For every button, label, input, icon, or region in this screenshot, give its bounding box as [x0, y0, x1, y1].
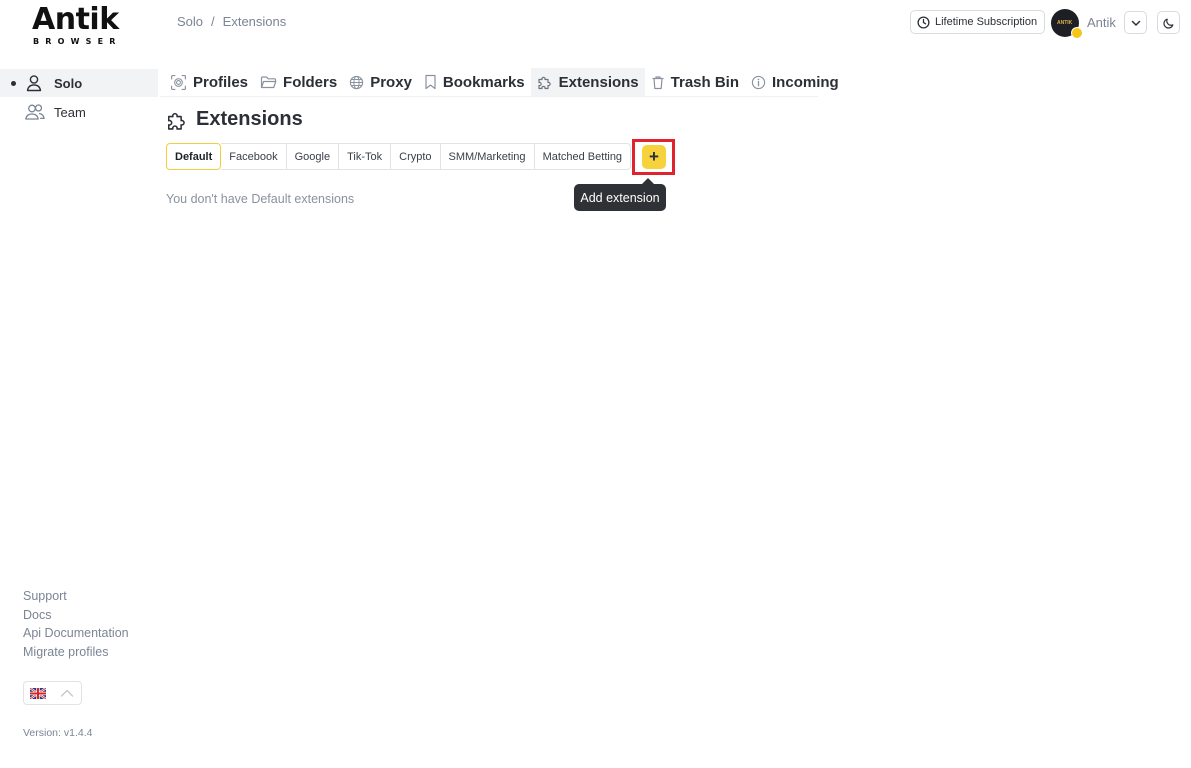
support-link[interactable]: Support — [23, 587, 129, 606]
bookmark-icon — [425, 74, 436, 90]
category-facebook[interactable]: Facebook — [221, 143, 287, 170]
main-nav: Profiles Folders Proxy Bookmarks Extensi… — [164, 68, 845, 96]
sidebar-item-label: Solo — [54, 76, 83, 91]
page-title-text: Extensions — [196, 108, 303, 130]
nav-divider — [160, 96, 818, 97]
tab-label: Folders — [283, 73, 338, 91]
empty-state-message: You don't have Default extensions — [166, 192, 355, 206]
antik-logo[interactable]: Antik BROWSER — [32, 2, 128, 47]
subscription-label: Lifetime Subscription — [935, 16, 1038, 28]
user-menu-button[interactable] — [1124, 11, 1147, 34]
clock-icon — [917, 15, 930, 29]
breadcrumb: Solo / Extensions — [177, 14, 286, 29]
lifetime-subscription-button[interactable]: Lifetime Subscription — [910, 10, 1046, 34]
category-default[interactable]: Default — [166, 143, 222, 170]
chevron-up-icon — [60, 689, 74, 697]
folder-icon — [260, 75, 277, 88]
sidebar-item-solo[interactable]: Solo — [0, 69, 158, 97]
breadcrumb-separator: / — [211, 14, 215, 29]
docs-link[interactable]: Docs — [23, 606, 129, 625]
breadcrumb-solo[interactable]: Solo — [177, 14, 203, 29]
info-icon — [751, 75, 766, 89]
sidebar-footer-links: Support Docs Api Documentation Migrate p… — [23, 587, 129, 661]
version-label: Version: v1.4.4 — [23, 727, 93, 739]
user-name[interactable]: Antik — [1087, 15, 1116, 30]
users-icon — [25, 104, 45, 120]
moon-icon — [1162, 18, 1173, 29]
puzzle-icon — [538, 76, 551, 90]
tab-label: Profiles — [193, 73, 249, 91]
logo-wordmark: Antik — [32, 2, 119, 37]
user-icon — [26, 75, 42, 92]
tab-incoming[interactable]: Incoming — [745, 68, 845, 96]
tab-bookmarks[interactable]: Bookmarks — [418, 68, 531, 96]
add-extension-tooltip: Add extension — [574, 184, 666, 211]
globe-icon — [350, 75, 364, 89]
trash-icon — [652, 75, 664, 89]
uk-flag-icon — [30, 687, 46, 699]
category-smm-marketing[interactable]: SMM/Marketing — [440, 143, 535, 170]
fingerprint-icon — [171, 74, 186, 90]
plus-icon: + — [649, 147, 659, 166]
chevron-down-icon — [1131, 20, 1140, 26]
tab-profiles[interactable]: Profiles — [164, 68, 254, 96]
tab-extensions[interactable]: Extensions — [530, 68, 645, 96]
api-documentation-link[interactable]: Api Documentation — [23, 624, 129, 643]
category-matched-betting[interactable]: Matched Betting — [534, 143, 632, 170]
category-tabs: Default Facebook Google Tik-Tok Crypto S… — [166, 143, 632, 170]
add-extension-button[interactable]: + — [642, 145, 666, 169]
sidebar-item-team[interactable]: Team — [0, 98, 158, 126]
avatar[interactable]: ANTIK — [1051, 9, 1083, 39]
tab-label: Proxy — [370, 73, 412, 91]
category-google[interactable]: Google — [286, 143, 340, 170]
page-title: Extensions — [166, 108, 303, 131]
active-dot — [11, 81, 16, 86]
theme-toggle-button[interactable] — [1157, 11, 1180, 34]
tab-label: Trash Bin — [670, 73, 740, 91]
tab-trash-bin[interactable]: Trash Bin — [645, 68, 745, 96]
logo-subtitle: BROWSER — [33, 37, 122, 46]
category-tik-tok[interactable]: Tik-Tok — [339, 143, 392, 170]
category-crypto[interactable]: Crypto — [391, 143, 441, 170]
puzzle-icon — [167, 112, 185, 130]
language-selector[interactable] — [23, 681, 82, 705]
tab-proxy[interactable]: Proxy — [343, 68, 418, 96]
avatar-mark: ANTIK — [1057, 20, 1073, 26]
star-badge-icon — [1071, 27, 1083, 39]
sidebar-item-label: Team — [54, 105, 86, 120]
migrate-profiles-link[interactable]: Migrate profiles — [23, 643, 129, 662]
breadcrumb-current: Extensions — [222, 14, 287, 29]
tab-label: Incoming — [772, 73, 839, 91]
tab-folders[interactable]: Folders — [254, 68, 343, 96]
tab-label: Bookmarks — [442, 73, 525, 91]
tab-label: Extensions — [558, 73, 639, 91]
